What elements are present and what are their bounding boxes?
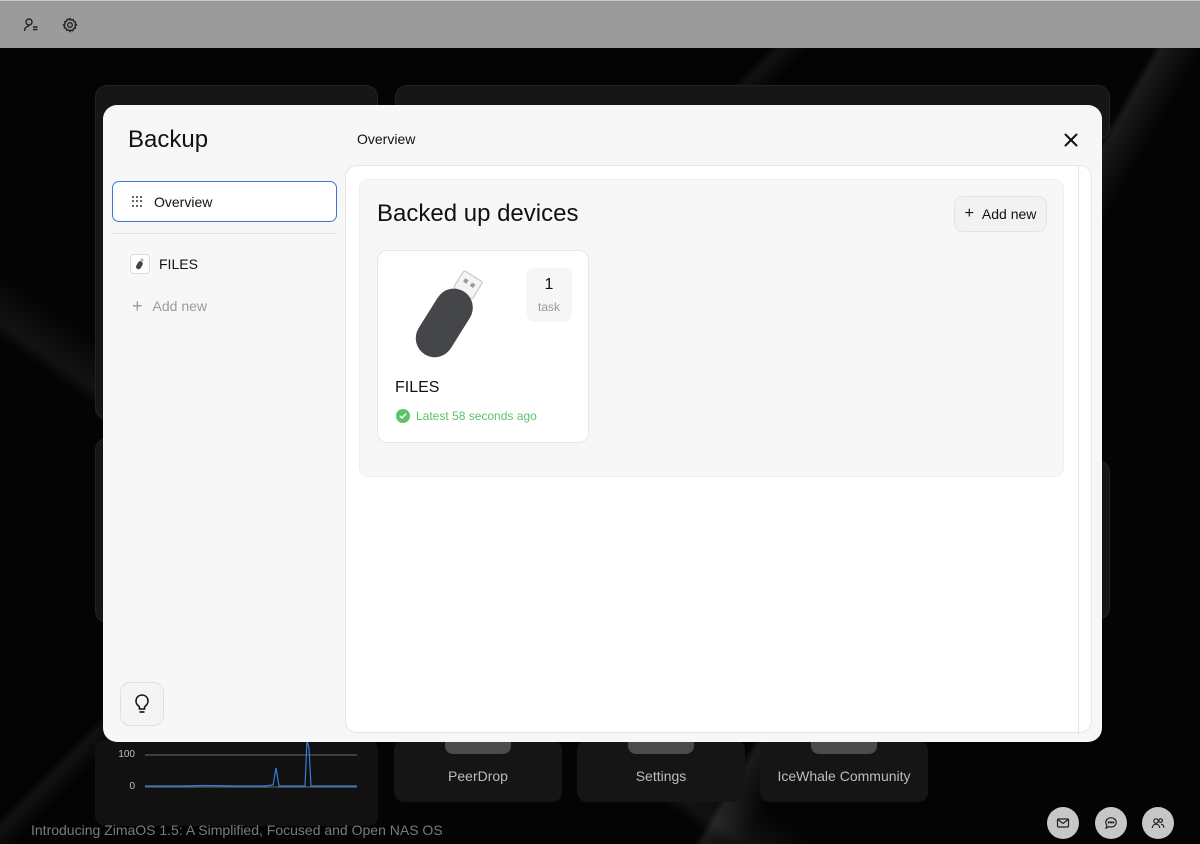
app-tile-peerdrop[interactable]: PeerDrop <box>394 740 562 802</box>
check-circle-icon <box>396 409 410 423</box>
users-icon <box>1151 818 1165 829</box>
task-count: 1 <box>544 276 554 293</box>
sidebar-add-new[interactable]: + Add new <box>132 296 207 316</box>
breadcrumb: Overview <box>357 131 416 147</box>
backup-status-text: Latest 58 seconds ago <box>416 409 537 423</box>
community-button[interactable] <box>1142 807 1174 839</box>
backup-status: Latest 58 seconds ago <box>396 409 537 423</box>
app-label: Settings <box>635 768 687 784</box>
user-menu-icon[interactable] <box>21 15 41 35</box>
gear-icon[interactable] <box>60 15 80 35</box>
backup-modal: Backup Overview Overview FILES + Add new <box>103 105 1102 742</box>
chat-icon <box>1104 817 1117 830</box>
app-tile-settings[interactable]: Settings <box>577 740 745 802</box>
modal-title: Backup <box>128 126 209 153</box>
close-button[interactable] <box>1061 130 1081 150</box>
grid-icon <box>132 195 144 208</box>
sidebar-item-files[interactable]: FILES <box>130 253 198 275</box>
overview-content: Backed up devices + Add new 1 task FILES… <box>345 165 1092 734</box>
sidebar-item-label: FILES <box>159 256 198 272</box>
app-label: IceWhale Community <box>777 768 911 784</box>
chat-button[interactable] <box>1095 807 1127 839</box>
add-new-button[interactable]: + Add new <box>954 196 1047 232</box>
intro-banner-link[interactable]: Introducing ZimaOS 1.5: A Simplified, Fo… <box>31 822 443 838</box>
usb-drive-icon <box>130 254 150 274</box>
backed-up-devices-panel: Backed up devices + Add new 1 task FILES… <box>359 179 1064 477</box>
icewhale-community-app-icon <box>811 740 877 754</box>
scrollbar[interactable] <box>1078 166 1079 734</box>
graph-tick-0: 0 <box>129 781 135 792</box>
lightbulb-icon <box>135 694 149 713</box>
sidebar-item-label: Overview <box>154 193 213 210</box>
usb-drive-icon <box>415 270 483 358</box>
task-label: task <box>537 300 560 314</box>
plus-icon: + <box>132 296 143 316</box>
top-bar <box>0 0 1200 48</box>
close-icon <box>1064 133 1078 147</box>
mail-icon <box>1056 818 1070 828</box>
network-graph-line <box>145 740 357 788</box>
device-name: FILES <box>395 379 440 396</box>
peerdrop-app-icon <box>445 740 511 754</box>
app-label: PeerDrop <box>448 768 508 784</box>
sidebar-divider <box>112 233 337 234</box>
mail-button[interactable] <box>1047 807 1079 839</box>
section-title: Backed up devices <box>377 200 579 227</box>
task-count-badge: 1 task <box>526 268 572 322</box>
app-tile-icewhale-community[interactable]: IceWhale Community <box>760 740 928 802</box>
device-card-files[interactable]: 1 task FILES Latest 58 seconds ago <box>377 250 589 443</box>
settings-app-icon <box>628 740 694 754</box>
graph-tick-100: 100 <box>118 749 135 760</box>
tips-button[interactable] <box>120 682 164 726</box>
sidebar-add-new-label: Add new <box>152 298 207 314</box>
sidebar-item-overview[interactable]: Overview <box>112 181 337 222</box>
network-graph-widget: 100 0 <box>95 740 378 826</box>
plus-icon: + <box>964 205 974 222</box>
add-new-label: Add new <box>981 206 1037 222</box>
